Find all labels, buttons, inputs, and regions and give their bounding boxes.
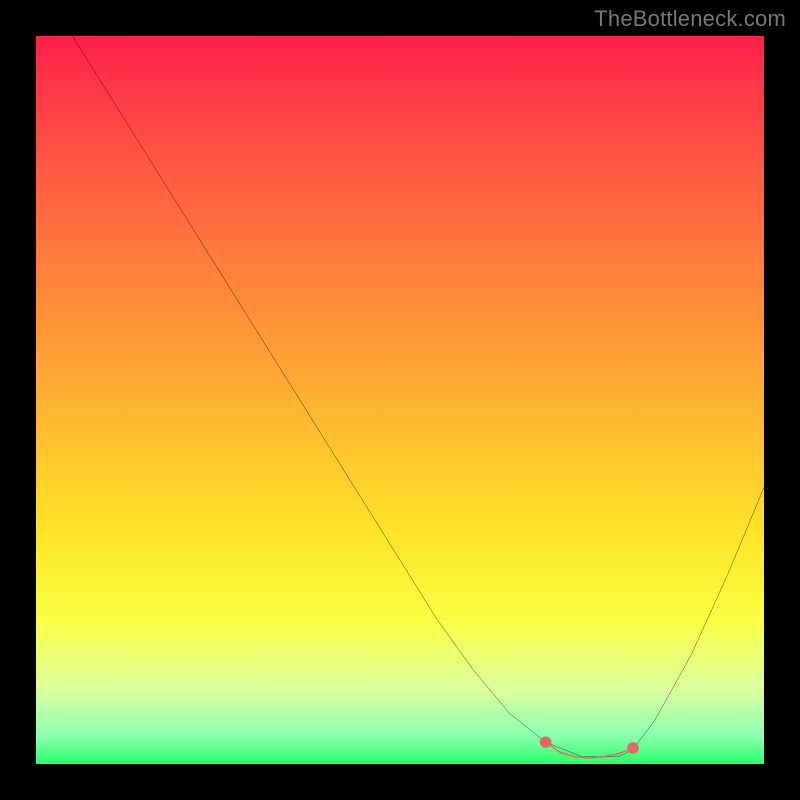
- watermark-text: TheBottleneck.com: [594, 6, 786, 32]
- bottleneck-curve: [72, 36, 764, 757]
- chart-frame: TheBottleneck.com: [0, 0, 800, 800]
- curve-svg: [36, 36, 764, 764]
- sweet-spot-marker: [546, 742, 633, 758]
- sweet-spot-end-left: [540, 736, 552, 748]
- sweet-spot-end-right: [627, 742, 639, 754]
- plot-area: [36, 36, 764, 764]
